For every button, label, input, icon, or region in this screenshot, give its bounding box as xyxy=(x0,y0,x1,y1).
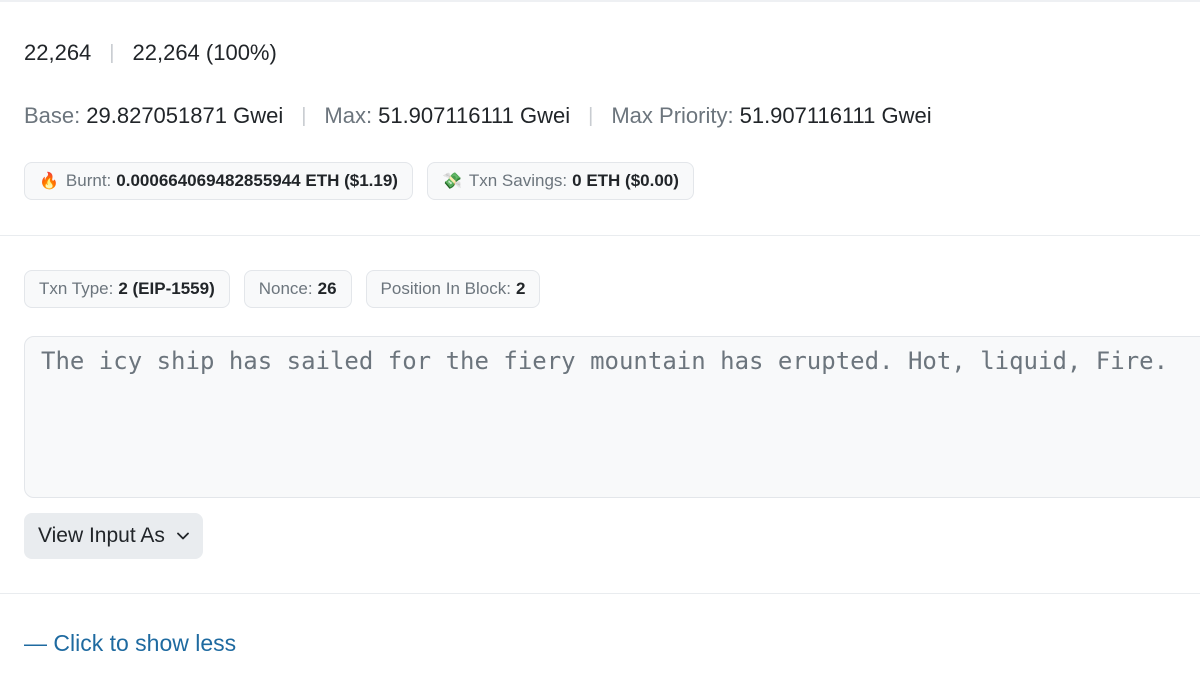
gas-used: 22,264 (100%) xyxy=(132,40,277,65)
txn-type-badge: Txn Type: 2 (EIP-1559) xyxy=(24,270,230,308)
base-fee-label: Base: xyxy=(24,103,81,128)
separator: | xyxy=(301,104,307,127)
position-in-block-badge: Position In Block: 2 xyxy=(365,270,541,308)
gas-limit: 22,264 xyxy=(24,40,92,65)
burnt-value: 0.000664069482855944 ETH ($1.19) xyxy=(116,171,398,190)
txn-savings-value: 0 ETH ($0.00) xyxy=(572,171,679,190)
section-divider xyxy=(0,593,1200,594)
txn-type-value: 2 (EIP-1559) xyxy=(118,279,215,298)
burnt-label: Burnt: xyxy=(65,171,112,190)
view-input-as-button[interactable]: View Input As xyxy=(24,513,203,559)
input-data-textarea[interactable]: The icy ship has sailed for the fiery mo… xyxy=(24,336,1200,498)
nonce-value: 26 xyxy=(317,279,337,298)
section-divider xyxy=(0,235,1200,236)
nonce-badge: Nonce: 26 xyxy=(243,270,352,308)
gas-fees: Base: 29.827051871 Gwei | Max: 51.907116… xyxy=(24,101,932,131)
base-fee-value: 29.827051871 Gwei xyxy=(86,103,284,128)
txn-savings-badge: 💸 Txn Savings: 0 ETH ($0.00) xyxy=(426,162,694,200)
separator: | xyxy=(109,41,115,64)
burn-savings-row: 🔥 Burnt: 0.000664069482855944 ETH ($1.19… xyxy=(24,162,694,200)
input-data-text: The icy ship has sailed for the fiery mo… xyxy=(41,347,1169,375)
gas-limit-usage: 22,264 | 22,264 (100%) xyxy=(24,38,277,68)
max-fee-value: 51.907116111 Gwei xyxy=(378,103,571,128)
view-input-as-label: View Input As xyxy=(38,524,165,547)
txn-attributes-row: Txn Type: 2 (EIP-1559) Nonce: 26 Positio… xyxy=(24,270,541,308)
top-divider xyxy=(0,0,1200,2)
max-fee-label: Max: xyxy=(324,103,373,128)
max-priority-label: Max Priority: xyxy=(611,103,734,128)
fire-icon: 🔥 xyxy=(39,173,59,190)
show-less-link[interactable]: — Click to show less xyxy=(24,630,236,657)
separator: | xyxy=(588,104,594,127)
max-priority-value: 51.907116111 Gwei xyxy=(739,103,932,128)
txn-type-label: Txn Type: xyxy=(39,279,114,298)
position-value: 2 xyxy=(515,279,526,298)
chevron-down-icon xyxy=(176,530,189,542)
txn-savings-label: Txn Savings: xyxy=(468,171,568,190)
nonce-label: Nonce: xyxy=(258,279,313,298)
position-label: Position In Block: xyxy=(380,279,511,298)
burnt-badge: 🔥 Burnt: 0.000664069482855944 ETH ($1.19… xyxy=(24,162,413,200)
money-wings-icon: 💸 xyxy=(441,173,462,190)
